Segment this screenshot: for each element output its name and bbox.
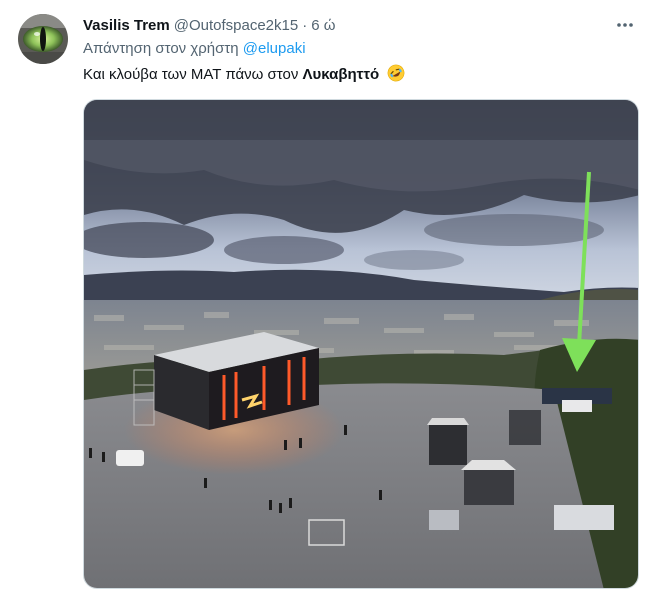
tweet[interactable]: Vasilis Trem @Outofspace2k15 · 6 ώ Απάντ… — [0, 0, 646, 589]
tweet-header: Vasilis Trem @Outofspace2k15 · 6 ώ — [83, 14, 586, 36]
tweet-media-photo[interactable] — [83, 99, 639, 589]
display-name[interactable]: Vasilis Trem — [83, 17, 170, 34]
avatar[interactable] — [18, 14, 68, 64]
avatar-image — [18, 14, 68, 64]
tweet-text-plain: Και κλούβα των ΜΑΤ πάνω στον — [83, 66, 299, 83]
photo-image — [84, 100, 638, 588]
more-button[interactable] — [612, 12, 638, 38]
tweet-time[interactable]: 6 ώ — [311, 17, 335, 34]
separator-dot: · — [302, 16, 308, 34]
reply-mention-link[interactable]: @elupaki — [243, 40, 306, 57]
tweet-text-bold: Λυκαβηττό — [302, 66, 380, 83]
reply-prefix: Απάντηση στον χρήστη — [83, 40, 239, 57]
more-horizontal-icon — [617, 23, 633, 27]
reply-context: Απάντηση στον χρήστη @elupaki — [83, 40, 306, 57]
user-handle[interactable]: @Outofspace2k15 — [174, 17, 298, 34]
rolling-on-floor-laughing-emoji-icon — [388, 64, 405, 82]
tweet-text: Και κλούβα των ΜΑΤ πάνω στον Λυκαβηττό — [83, 64, 405, 83]
